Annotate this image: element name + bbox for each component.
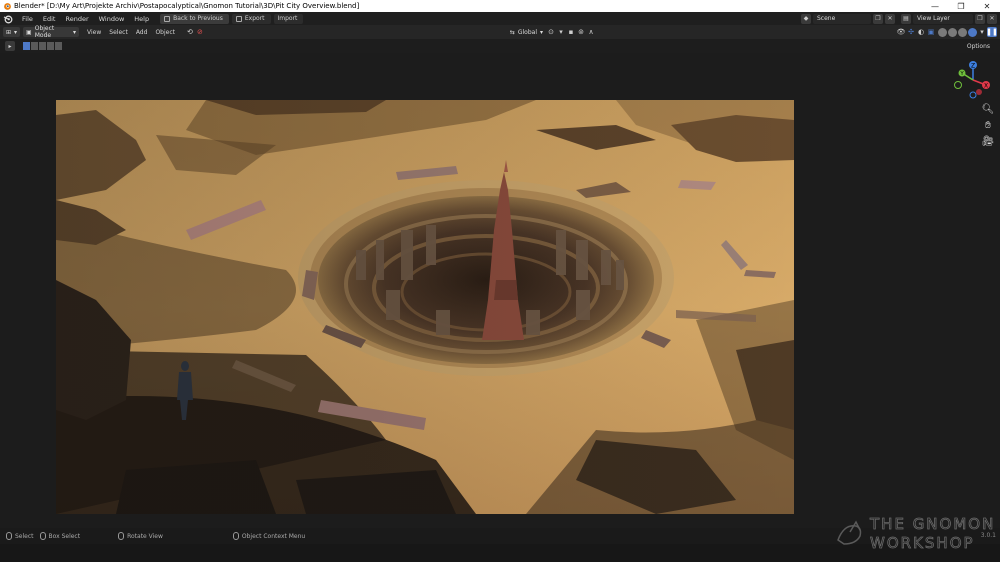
mouse-left-icon: [6, 532, 12, 540]
status-context-menu: Object Context Menu: [232, 532, 306, 540]
view-layer-name: View Layer: [917, 15, 950, 22]
import-label: Import: [277, 15, 298, 22]
tool-settings-icon[interactable]: ▸: [5, 41, 15, 51]
status-rotate-view-label: Rotate View: [127, 532, 163, 540]
select-extend-icon[interactable]: [31, 42, 38, 50]
transform-orientation-label: Global: [517, 28, 537, 36]
proportional-falloff-icon[interactable]: ∧: [586, 27, 596, 37]
watermark-line2: WORKSHOP: [870, 534, 975, 552]
chevron-down-icon: ▾: [539, 28, 543, 36]
viewport-header: ⊞ ▾ ▣ Object Mode ▾ View Select Add Objec…: [0, 25, 1000, 39]
maximize-button[interactable]: ❐: [948, 0, 974, 12]
menu-add[interactable]: Add: [132, 29, 152, 36]
gizmo-neg-y[interactable]: [976, 89, 982, 95]
3d-viewport[interactable]: Z X Y 🔍︎ ✋︎ 🎥︎: [0, 53, 1000, 528]
select-intersect-icon[interactable]: [55, 42, 62, 50]
export-label: Export: [244, 15, 265, 22]
export-button[interactable]: Export: [231, 13, 271, 24]
select-new-icon[interactable]: [23, 42, 30, 50]
transform-orientation-dropdown[interactable]: ⇆ Global ▾: [507, 27, 546, 37]
menu-select[interactable]: Select: [105, 29, 132, 36]
back-to-previous-label: Back to Previous: [173, 15, 223, 22]
selection-mode-group: [23, 42, 62, 50]
menu-help[interactable]: Help: [129, 15, 154, 23]
tool-header: ▸ Options: [0, 39, 1000, 53]
proportional-edit-icon[interactable]: ⊚: [576, 27, 586, 37]
watermark-line1: THE GNOMON: [869, 515, 995, 533]
scene-selector-icon[interactable]: ◆: [801, 13, 811, 24]
rendered-shading-icon[interactable]: [968, 27, 977, 37]
window-title: Blender* [D:\My Art\Projekte Archiv\Post…: [14, 2, 360, 10]
gnomon-workshop-watermark: THE GNOMON WORKSHOP: [837, 515, 995, 552]
select-invert-icon[interactable]: [47, 42, 54, 50]
pivot-point-icon[interactable]: ⊙: [546, 27, 556, 37]
object-mode-label: Object Mode: [34, 25, 55, 39]
snap-target-icon[interactable]: ⊘: [195, 27, 205, 37]
menu-view[interactable]: View: [83, 29, 105, 36]
mouse-middle-icon: [118, 532, 125, 540]
back-to-previous-button[interactable]: Back to Previous: [160, 13, 229, 24]
viewport-shading-group: [938, 27, 977, 37]
menu-object[interactable]: Object: [151, 29, 179, 36]
render-preview-pit-city: [56, 100, 794, 514]
screen-icon: [164, 15, 171, 22]
gizmo-y-label: Y: [959, 71, 964, 77]
editor-type-icon: ⊞: [6, 28, 12, 36]
object-mode-icon: ▣: [26, 28, 32, 36]
chevron-down-icon: ▾: [73, 28, 77, 36]
menu-edit[interactable]: Edit: [38, 15, 61, 23]
sidebar-toggle-icon[interactable]: ❚❚: [986, 27, 998, 37]
delete-scene-icon[interactable]: ✕: [885, 13, 895, 24]
view-layer-selector-icon[interactable]: ▤: [901, 13, 911, 24]
minimize-button[interactable]: —: [922, 0, 948, 12]
scene-name: Scene: [817, 15, 836, 22]
view-layer-field[interactable]: View Layer: [913, 13, 973, 24]
camera-view-icon[interactable]: 🎥︎: [982, 135, 995, 147]
mouse-left-drag-icon: [39, 532, 46, 540]
zoom-icon[interactable]: 🔍︎: [982, 103, 995, 115]
blender-app-icon: [4, 3, 11, 10]
orientation-icon: ⇆: [509, 28, 515, 36]
menu-file[interactable]: File: [17, 15, 38, 23]
solid-shading-icon[interactable]: [948, 27, 957, 37]
status-select-label: Select: [15, 532, 34, 540]
pivot-icon[interactable]: ⟲: [185, 27, 195, 37]
pan-hand-icon[interactable]: ✋︎: [982, 119, 994, 131]
status-context-menu-label: Object Context Menu: [241, 532, 306, 540]
select-subtract-icon[interactable]: [39, 42, 46, 50]
snap-icon[interactable]: ▾: [556, 27, 566, 37]
status-select: Select: [6, 532, 34, 540]
export-icon: [235, 15, 242, 22]
delete-view-layer-icon[interactable]: ✕: [987, 13, 997, 24]
material-shading-icon[interactable]: [958, 27, 967, 37]
gizmo-toggle-icon[interactable]: ✣: [906, 27, 916, 37]
scene-field[interactable]: Scene: [813, 13, 871, 24]
close-button[interactable]: ✕: [974, 0, 1000, 12]
mouse-right-icon: [232, 532, 239, 540]
title-bar: Blender* [D:\My Art\Projekte Archiv\Post…: [0, 0, 1000, 12]
blender-logo-icon[interactable]: [3, 14, 13, 24]
status-rotate-view: Rotate View: [118, 532, 163, 540]
snap-increment-icon[interactable]: ▪: [566, 27, 576, 37]
menu-window[interactable]: Window: [94, 15, 130, 23]
overlay-toggle-icon[interactable]: ◐: [916, 27, 926, 37]
visibility-icon[interactable]: 👁: [896, 27, 906, 37]
xray-toggle-icon[interactable]: ▣: [926, 27, 936, 37]
gizmo-z-label: Z: [971, 63, 975, 70]
menu-render[interactable]: Render: [60, 15, 93, 23]
editor-type-button[interactable]: ⊞ ▾: [3, 27, 21, 37]
gizmo-x-label: X: [984, 83, 988, 90]
new-view-layer-icon[interactable]: ❐: [975, 13, 985, 24]
import-button[interactable]: Import: [273, 13, 304, 24]
status-box-select: Box Select: [39, 532, 81, 540]
options-menu[interactable]: Options: [963, 43, 994, 50]
navigation-gizmo[interactable]: Z X Y: [950, 57, 996, 103]
status-box-select-label: Box Select: [48, 532, 81, 540]
object-mode-dropdown[interactable]: ▣ Object Mode ▾: [23, 25, 80, 39]
wireframe-shading-icon[interactable]: [938, 27, 947, 37]
top-menu-bar: File Edit Render Window Help Back to Pre…: [0, 12, 1000, 25]
new-scene-icon[interactable]: ❐: [873, 13, 883, 24]
